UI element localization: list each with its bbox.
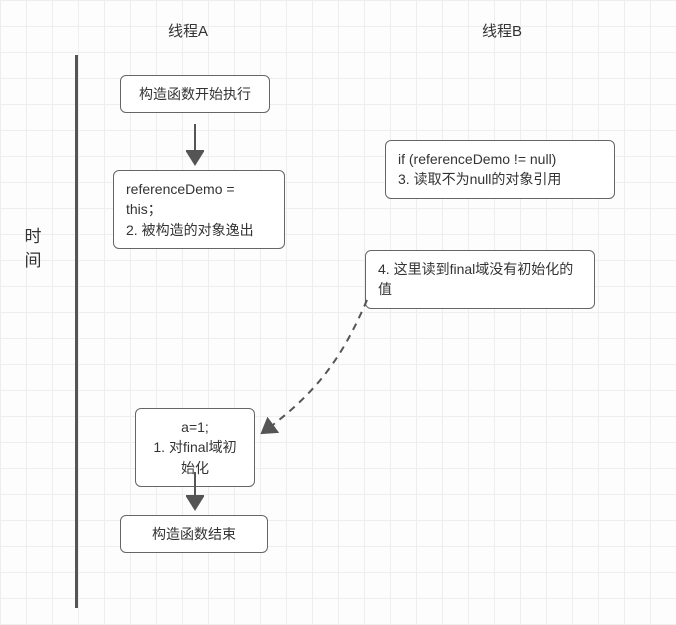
arrow-read-to-initfinal-dashed — [252, 298, 392, 448]
arrow-start-to-escape — [186, 124, 204, 172]
node-constructor-start: 构造函数开始执行 — [120, 75, 270, 113]
node-constructor-end: 构造函数结束 — [120, 515, 268, 553]
node-final-init: a=1; 1. 对final域初始化 — [135, 408, 255, 487]
thread-b-header: 线程B — [482, 20, 522, 41]
node-this-escape: referenceDemo = this； 2. 被构造的对象逸出 — [113, 170, 285, 249]
node-read-uninitialized: 4. 这里读到final域没有初始化的值 — [365, 250, 595, 309]
timeline-bar — [75, 55, 78, 608]
node-null-check: if (referenceDemo != null) 3. 读取不为null的对… — [385, 140, 615, 199]
time-axis-label: 时 间 — [23, 225, 43, 273]
thread-a-header: 线程A — [168, 20, 208, 41]
